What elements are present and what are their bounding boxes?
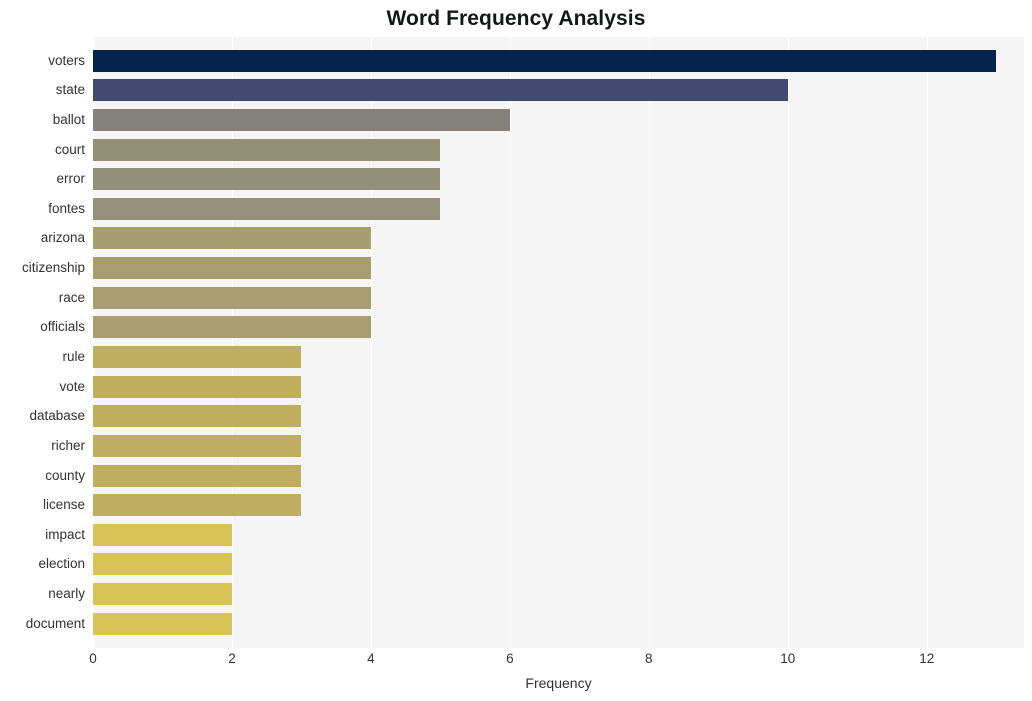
x-tick-label-0: 0 [89,651,97,666]
word-frequency-bar-chart: Word Frequency Analysis voters state ballo… [0,0,1032,701]
bar-impact [93,523,232,546]
y-tick-label-richer: richer [51,437,85,453]
bar-citizenship [93,257,371,280]
bar-row [93,553,1024,576]
bar-state [93,79,788,102]
y-tick-label-officials: officials [40,319,85,335]
y-tick-label-citizenship: citizenship [21,260,85,276]
y-tick-label-impact: impact [45,526,85,542]
y-tick-label-race: race [58,289,85,305]
bar-court [93,138,441,161]
y-tick-label-court: court [54,141,85,157]
bar-ballot [93,108,510,131]
bar-row [93,168,1024,191]
x-tick-label-10: 10 [780,651,796,666]
y-tick-label-rule: rule [62,349,85,365]
bar-row [93,286,1024,309]
bar-row [93,197,1024,220]
y-tick-label-error: error [56,171,85,187]
y-tick-label-vote: vote [59,378,85,394]
x-tick-label-4: 4 [367,651,375,666]
bar-fontes [93,197,441,220]
y-tick-label-county: county [45,467,85,483]
x-tick-label-2: 2 [228,651,236,666]
y-tick-label-voters: voters [48,52,85,68]
plot-area [93,37,1024,648]
bar-nearly [93,583,232,606]
y-tick-label-nearly: nearly [48,586,85,602]
bar-row [93,612,1024,635]
bar-row [93,434,1024,457]
bar-license [93,494,302,517]
bar-vote [93,375,302,398]
bar-rule [93,346,302,369]
bar-row [93,464,1024,487]
bar-row [93,494,1024,517]
bar-row [93,108,1024,131]
bar-row [93,138,1024,161]
bar-row [93,316,1024,339]
bar-row [93,257,1024,280]
y-tick-label-database: database [29,408,85,424]
bar-row [93,375,1024,398]
bar-voters [93,49,997,72]
y-tick-label-ballot: ballot [52,111,85,127]
y-tick-label-arizona: arizona [40,230,85,246]
bar-document [93,612,232,635]
bar-election [93,553,232,576]
x-axis-tick-labels: 0 2 4 6 8 10 12 [0,650,1032,672]
bar-richer [93,434,302,457]
x-tick-label-12: 12 [919,651,935,666]
x-tick-label-6: 6 [506,651,514,666]
bar-database [93,405,302,428]
bar-row [93,405,1024,428]
bar-row [93,583,1024,606]
y-tick-label-election: election [38,556,85,572]
bar-arizona [93,227,371,250]
y-tick-label-document: document [25,615,85,631]
x-axis-title: Frequency [525,675,592,691]
y-tick-label-license: license [42,497,85,513]
bar-row [93,227,1024,250]
y-tick-label-fontes: fontes [48,200,85,216]
bar-county [93,464,302,487]
bar-error [93,168,441,191]
x-tick-label-8: 8 [645,651,653,666]
chart-title: Word Frequency Analysis [386,7,646,30]
bar-row [93,346,1024,369]
y-axis-tick-labels: voters state ballot court error fontes arizona… [0,37,85,648]
bar-row [93,523,1024,546]
bar-row [93,49,1024,72]
bar-row [93,79,1024,102]
bar-officials [93,316,371,339]
y-tick-label-state: state [55,82,85,98]
bar-race [93,286,371,309]
